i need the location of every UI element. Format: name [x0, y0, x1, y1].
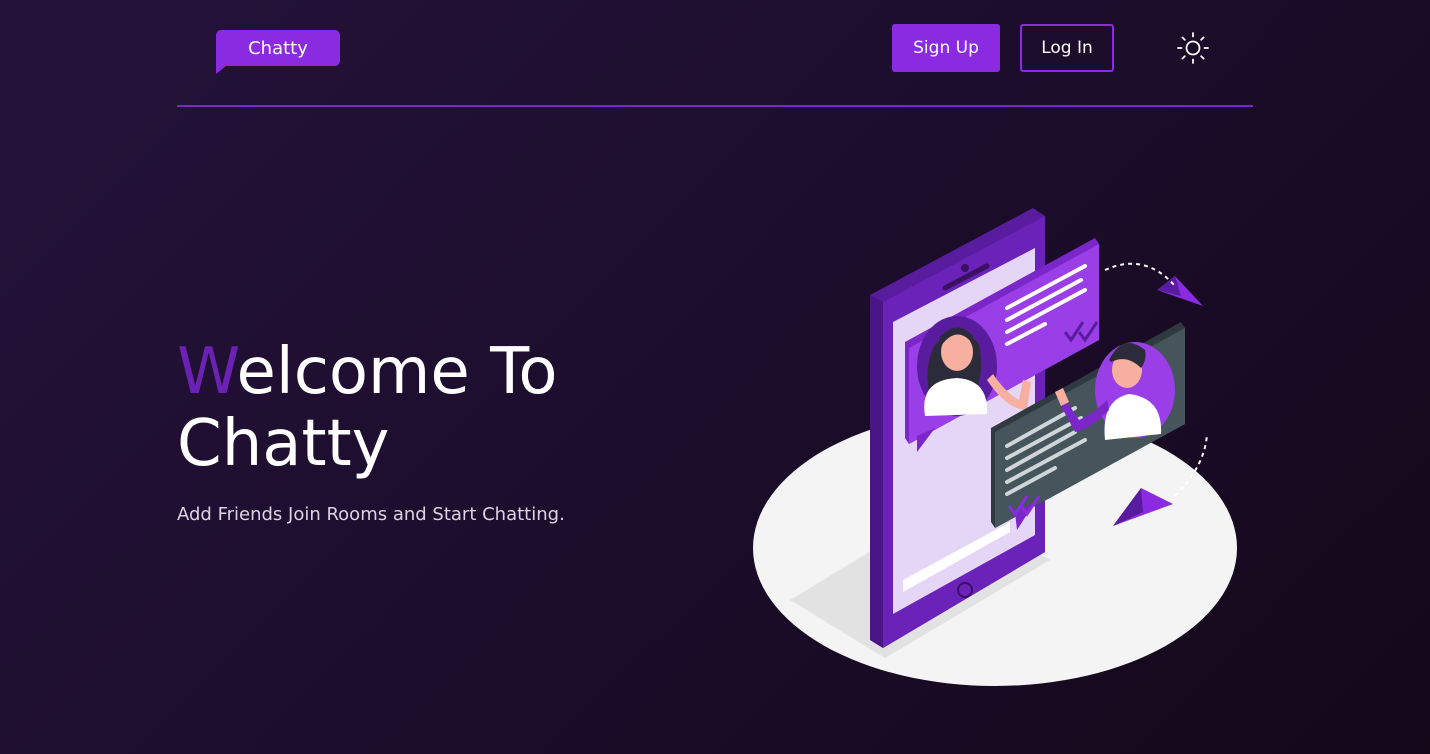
hero-subtitle: Add Friends Join Rooms and Start Chattin…: [177, 504, 565, 525]
signup-button[interactable]: Sign Up: [892, 24, 1000, 72]
hero-title-accent-letter: W: [177, 335, 237, 409]
hero-title-line2: Chatty: [177, 407, 390, 481]
login-label: Log In: [1041, 38, 1093, 58]
signup-label: Sign Up: [913, 38, 979, 58]
sun-icon: [1177, 32, 1209, 64]
login-button[interactable]: Log In: [1020, 24, 1114, 72]
paper-plane-icon: [1104, 262, 1203, 306]
hero-title-line1: elcome To: [236, 335, 558, 409]
logo-text: Chatty: [248, 37, 308, 59]
logo[interactable]: Chatty: [216, 30, 340, 74]
hero-illustration: [745, 200, 1245, 695]
hero-title: Welcome To Chatty: [177, 336, 557, 480]
theme-toggle-button[interactable]: [1175, 30, 1211, 66]
site-header: Chatty Sign Up Log In: [177, 0, 1253, 107]
